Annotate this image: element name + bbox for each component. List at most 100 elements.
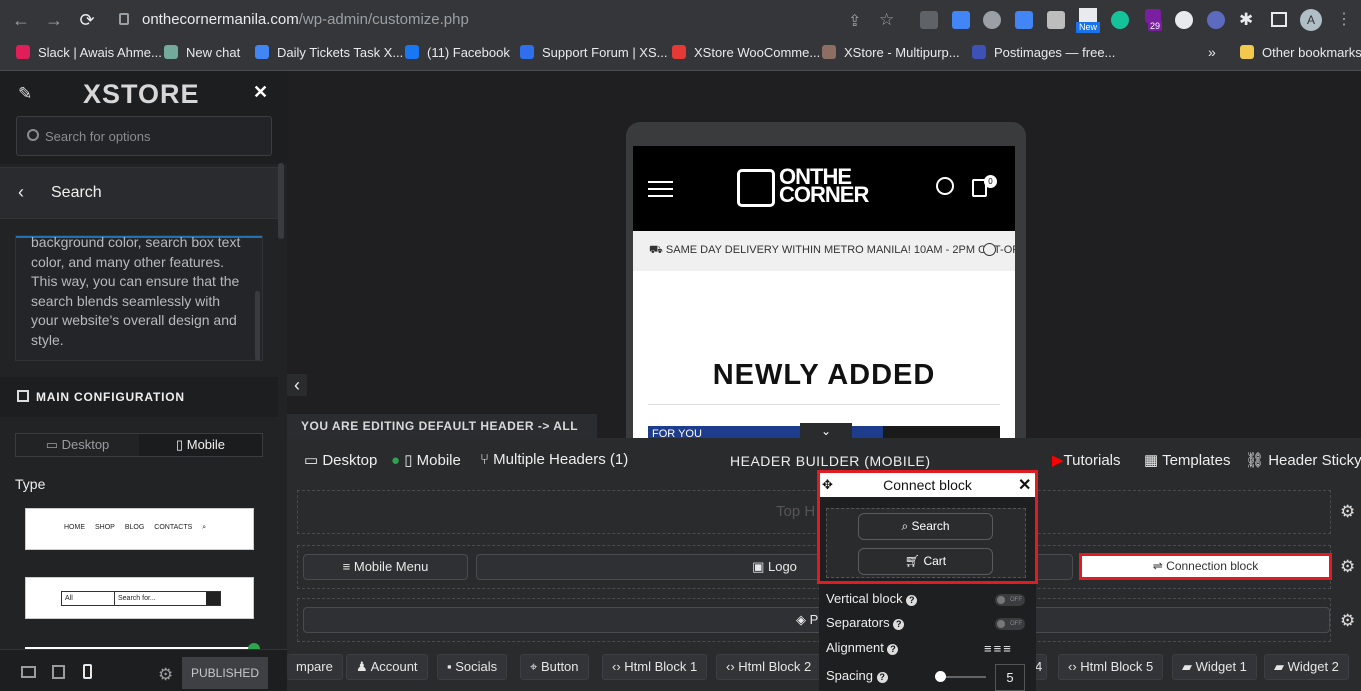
bookmark-item[interactable]: XStore WooComme... (672, 44, 820, 60)
separators-toggle[interactable]: OFF (995, 618, 1025, 630)
bookmark-item[interactable]: New chat (164, 44, 240, 60)
promo-block[interactable]: ◈ Pron (303, 607, 1330, 633)
alignment-options[interactable]: ≡≡≡ (984, 641, 1013, 656)
cart-count-badge: 0 (984, 175, 997, 188)
element-widget-1[interactable]: ▰ Widget 1 (1172, 654, 1257, 680)
main-row-settings-icon[interactable]: ⚙ (1340, 558, 1356, 575)
element-account[interactable]: ♟ Account (346, 654, 428, 680)
site-search-icon[interactable] (936, 177, 954, 195)
main-config-header[interactable]: MAIN CONFIGURATION (0, 377, 278, 417)
hamburger-icon[interactable] (648, 181, 673, 197)
translate-extension-icon[interactable] (1015, 11, 1033, 29)
camera-extension-icon[interactable] (1047, 11, 1065, 29)
s-extension-icon[interactable] (1175, 11, 1193, 29)
url-text[interactable]: onthecornermanila.com/wp-admin/customize… (142, 11, 469, 28)
grammarly-icon[interactable] (1111, 11, 1129, 29)
header-type-option-2[interactable]: All Search for... (25, 577, 254, 619)
desktop-icon: ▭ (45, 437, 62, 452)
spacing-slider-handle[interactable] (935, 671, 946, 682)
back-chevron-icon[interactable]: ‹ (18, 182, 24, 203)
sidebar-scrollbar[interactable] (278, 163, 284, 239)
side-panel-icon[interactable] (1271, 12, 1287, 27)
element-socials[interactable]: ▪ Socials (437, 654, 508, 680)
device-tab-desktop[interactable]: ▭ Desktop (16, 434, 139, 456)
help-icon[interactable]: ? (893, 619, 905, 630)
help-icon[interactable]: ? (887, 644, 899, 655)
docs-extension-icon[interactable] (952, 11, 970, 29)
preview-mobile-icon[interactable] (83, 664, 92, 679)
puzzle-icon[interactable]: ✱ (1239, 10, 1253, 30)
other-bookmarks[interactable]: Other bookmarks (1240, 44, 1361, 60)
mobile-menu-block[interactable]: ≡ Mobile Menu (303, 554, 468, 580)
builder-tab-desktop[interactable]: ▭ Desktop (304, 451, 377, 469)
bookmark-label: Support Forum | XS... (542, 44, 668, 60)
profile-avatar[interactable]: A (1300, 9, 1322, 31)
forward-icon[interactable]: → (43, 9, 65, 31)
templates-link[interactable]: ▦ Templates (1144, 451, 1230, 469)
bookmark-item[interactable]: Support Forum | XS... (520, 44, 667, 60)
bookmark-label: Daily Tickets Task X... (277, 44, 404, 60)
star-icon[interactable]: ☆ (879, 10, 894, 30)
preview-tablet-icon[interactable] (52, 665, 65, 679)
connection-block[interactable]: ⇌ Connection block (1079, 553, 1332, 580)
other-bookmarks-label: Other bookmarks (1262, 44, 1361, 60)
element-html-block-1[interactable]: ‹› Html Block 1 (602, 654, 708, 680)
element-html-block-2-label: Html Block 2 (738, 659, 812, 674)
search-icon (27, 129, 39, 141)
back-icon[interactable]: ← (10, 9, 32, 31)
collapse-sidebar-icon[interactable]: ‹ (287, 374, 307, 396)
help-icon[interactable]: ? (876, 672, 888, 683)
builder-tab-multiple[interactable]: ⑂ Multiple Headers (1) (480, 451, 628, 468)
element-html-block-4-label: 4 (1035, 659, 1043, 674)
spacing-value-input[interactable]: 5 (995, 664, 1025, 691)
close-icon[interactable]: ✕ (253, 82, 268, 103)
config-icon (17, 390, 29, 402)
device-tab-mobile[interactable]: ▯ Mobile (139, 434, 262, 456)
logo-block-label: Logo (767, 559, 797, 574)
align-center-icon[interactable]: ≡ (994, 641, 1004, 656)
help-icon[interactable]: ? (906, 595, 918, 606)
top-row-settings-icon[interactable]: ⚙ (1340, 503, 1356, 520)
tasks-extension-icon[interactable]: 29 (1143, 9, 1167, 35)
element-compare[interactable]: mpare (287, 654, 343, 680)
device-tab-mobile-label: Mobile (186, 437, 226, 452)
bookmark-item[interactable]: XStore - Multipurp... (822, 44, 960, 60)
reload-icon[interactable]: ⟳ (76, 9, 98, 31)
header-sticky-link[interactable]: ⛓ Header Sticky (1245, 451, 1361, 469)
publish-button[interactable]: PUBLISHED (182, 657, 268, 689)
header-type-option-1[interactable]: HOME SHOP BLOG CONTACTS ⌕ (25, 508, 254, 550)
description-scrollbar[interactable] (255, 291, 260, 360)
recycle-extension-icon[interactable] (920, 11, 938, 29)
element-button[interactable]: ⌖ Button (520, 654, 589, 680)
bookmark-item[interactable]: (11) Facebook (405, 44, 510, 60)
builder-tab-mobile[interactable]: ● ▯ Mobile (391, 451, 461, 469)
menu-dots-icon[interactable]: ⋮ (1336, 9, 1352, 29)
globe-extension-icon[interactable] (983, 11, 1001, 29)
preview-desktop-icon[interactable] (21, 666, 36, 678)
folder-icon: ▰ (1274, 659, 1288, 674)
builder-tab-mobile-label: Mobile (416, 452, 461, 469)
separators-text: Separators (826, 615, 890, 630)
pin-icon[interactable]: ✎ (18, 84, 32, 104)
share-icon[interactable]: ⇪ (848, 11, 861, 31)
tutorials-link[interactable]: ▶Tutorials (1052, 451, 1121, 469)
align-left-icon[interactable]: ≡ (984, 641, 994, 656)
more-bookmarks-icon[interactable]: » (1208, 44, 1216, 60)
vertical-block-toggle[interactable]: OFF (995, 594, 1025, 606)
new-extension-icon[interactable]: New (1076, 8, 1100, 34)
bottom-row-settings-icon[interactable]: ⚙ (1340, 612, 1356, 629)
settings-gear-icon[interactable]: ⚙ (158, 665, 173, 685)
align-right-icon[interactable]: ≡ (1003, 641, 1013, 656)
element-widget-2[interactable]: ▰ Widget 2 (1264, 654, 1349, 680)
bookmark-item[interactable]: Slack | Awais Ahme... (16, 44, 162, 60)
vpn-extension-icon[interactable] (1207, 11, 1225, 29)
grid-icon: ▦ (1144, 452, 1163, 469)
announcement-close-icon[interactable] (983, 243, 996, 256)
element-html-block-2[interactable]: ‹› Html Block 2 (716, 654, 822, 680)
bookmark-item[interactable]: Daily Tickets Task X... (255, 44, 403, 60)
options-search-input[interactable]: Search for options (16, 116, 272, 156)
builder-row-top[interactable]: Top H (297, 490, 1331, 534)
bookmark-item[interactable]: Postimages — free... (972, 44, 1115, 60)
site-logo-text[interactable]: ONTHE CORNER (779, 166, 869, 206)
element-html-block-5[interactable]: ‹› Html Block 5 (1058, 654, 1164, 680)
